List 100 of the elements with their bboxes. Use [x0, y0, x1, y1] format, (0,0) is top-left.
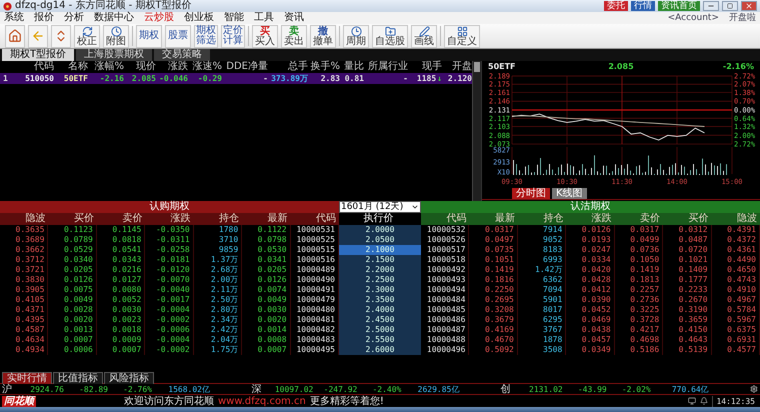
menu-item[interactable]: 报价	[34, 12, 54, 24]
toolbar-button[interactable]: 股票	[165, 24, 191, 48]
table-cell-text: -0.046	[158, 73, 188, 84]
column-header[interactable]: 持仓	[194, 213, 242, 225]
strike-cell[interactable]: 2.5000	[338, 325, 421, 335]
strike-cell[interactable]: 2.3500	[338, 295, 421, 305]
toolbar-button[interactable]: 画线	[411, 24, 437, 48]
strike-cell[interactable]: 2.1000	[338, 245, 421, 255]
column-header[interactable]: 买价	[48, 213, 97, 225]
toolbar-button[interactable]: 附图	[103, 24, 129, 48]
column-header[interactable]: 名称	[54, 61, 88, 73]
menu-item[interactable]: 分析	[64, 12, 84, 24]
strike-cell[interactable]: 2.4500	[338, 315, 421, 325]
strike-cell[interactable]: 2.4000	[338, 305, 421, 315]
table-cell: -0.0040	[145, 285, 194, 295]
toolbar-button[interactable]: 定价计算	[221, 24, 245, 48]
website-link[interactable]: www.dfzq.com.cn	[218, 396, 306, 406]
toolbar-button[interactable]	[5, 24, 25, 48]
strike-cell[interactable]: 2.0500	[338, 235, 421, 245]
home-icon	[8, 29, 22, 43]
column-header[interactable]: 持仓	[518, 213, 566, 225]
strike-cell[interactable]: 2.2500	[338, 275, 421, 285]
chart-change: -2.16%	[722, 61, 754, 72]
expiry-dropdown[interactable]: 1601月 (12天)	[338, 201, 421, 213]
column-header[interactable]: 隐波	[712, 213, 760, 225]
toolbar-button[interactable]: 卖 卖出	[281, 24, 307, 48]
menu-item[interactable]: 系统	[4, 12, 24, 24]
quote-row[interactable]: 1 510050 50ETF -2.16 2.085 -0.046 -0.29 - 373.89万 2.83 0.81 - 1185↓ 2.120	[0, 73, 472, 84]
menu-item[interactable]: 资讯	[284, 12, 304, 24]
column-header[interactable]: 换手%	[308, 61, 340, 73]
tab[interactable]: 实时行情	[2, 372, 52, 384]
quick-link[interactable]: 资讯首页	[658, 1, 700, 11]
quick-link[interactable]: 行情	[631, 1, 655, 11]
column-header[interactable]: 涨跌	[566, 213, 615, 225]
close-button[interactable]	[741, 1, 757, 11]
toolbar-button[interactable]: 撤 撤单	[310, 24, 336, 48]
tab[interactable]: 交易策略	[154, 49, 210, 61]
market-status: 开盘啦	[729, 12, 756, 24]
toolbar-button[interactable]: 期权	[136, 24, 162, 48]
strike-cell[interactable]: 2.2000	[338, 265, 421, 275]
maximize-button[interactable]	[722, 1, 738, 11]
table-cell: -0.0350	[145, 225, 194, 235]
table-cell: 0.4698	[614, 335, 664, 345]
table-cell: 0.1419	[469, 265, 518, 275]
tab[interactable]: 风险指标	[104, 372, 154, 384]
menu-item[interactable]: 创业板	[184, 12, 214, 24]
column-header[interactable]: 最新	[469, 213, 518, 225]
menu-item[interactable]: 工具	[254, 12, 274, 24]
strike-cell[interactable]: 2.6000	[338, 345, 421, 355]
toolbar-button[interactable]: 自选股	[372, 24, 408, 48]
strike-cell[interactable]: 2.3000	[338, 285, 421, 295]
toolbar-button[interactable]: 买 买入	[252, 24, 278, 48]
table-cell: 0.4670	[469, 335, 518, 345]
chart-tab[interactable]: 分时图	[512, 188, 550, 199]
chart-tab[interactable]: K线图	[552, 188, 587, 199]
menu-item[interactable]: 云炒股	[144, 12, 174, 24]
column-header[interactable]: 代码	[290, 213, 339, 225]
account-label[interactable]: <Account>	[668, 12, 719, 24]
column-header[interactable]: 涨跌	[145, 213, 194, 225]
menu-item[interactable]: 数据中心	[94, 12, 134, 24]
strike-cell[interactable]: 2.5500	[338, 335, 421, 345]
settings-icon[interactable]	[750, 385, 758, 393]
bell-icon[interactable]	[700, 397, 708, 405]
table-cell: 0.0013	[48, 325, 97, 335]
column-header[interactable]: 涨幅%	[88, 61, 124, 73]
minimize-button[interactable]	[703, 1, 719, 11]
table-cell: 1780	[194, 225, 242, 235]
column-header[interactable]: 隐波	[0, 213, 48, 225]
toolbar-button[interactable]	[51, 24, 71, 48]
toolbar-button[interactable]: 自定义	[444, 24, 480, 48]
column-header[interactable]: 代码	[16, 61, 54, 73]
strike-cell[interactable]: 2.0000	[338, 225, 421, 235]
monitor-icon[interactable]	[688, 397, 696, 405]
toolbar-button[interactable]: 周期	[343, 24, 369, 48]
tab[interactable]: 比值指标	[53, 372, 103, 384]
tab[interactable]: 上海股票期权	[76, 49, 152, 61]
column-header[interactable]: 开盘	[442, 61, 472, 73]
column-header[interactable]: 最新	[242, 213, 291, 225]
column-header[interactable]: 涨速%	[188, 61, 222, 73]
column-header[interactable]: 现价	[124, 61, 156, 73]
strike-cell[interactable]: 2.1500	[338, 255, 421, 265]
column-header[interactable]: 卖价	[96, 213, 146, 225]
column-header[interactable]: 买价	[663, 213, 712, 225]
column-header[interactable]: 代码	[420, 213, 470, 225]
toolbar-button[interactable]: 校正	[74, 24, 100, 48]
scrollbar[interactable]	[472, 61, 481, 201]
table-cell: 9052	[518, 235, 566, 245]
table-cell: 0.0818	[96, 235, 146, 245]
menu-item[interactable]: 智能	[224, 12, 244, 24]
column-header[interactable]: 现手	[408, 61, 442, 73]
column-header[interactable]: 量比	[340, 61, 364, 73]
column-header[interactable]: DDE净量	[222, 61, 268, 73]
column-header[interactable]: 卖价	[614, 213, 664, 225]
table-cell: 0.0789	[48, 235, 97, 245]
toolbar-button[interactable]: 期权筛选	[194, 24, 218, 48]
column-header[interactable]: 总手	[268, 61, 308, 73]
quick-link[interactable]: 委托	[604, 1, 628, 11]
column-header[interactable]: 所属行业	[364, 61, 408, 73]
tab[interactable]: 期权T型报价	[2, 49, 74, 61]
column-header[interactable]: 涨跌	[156, 61, 188, 73]
